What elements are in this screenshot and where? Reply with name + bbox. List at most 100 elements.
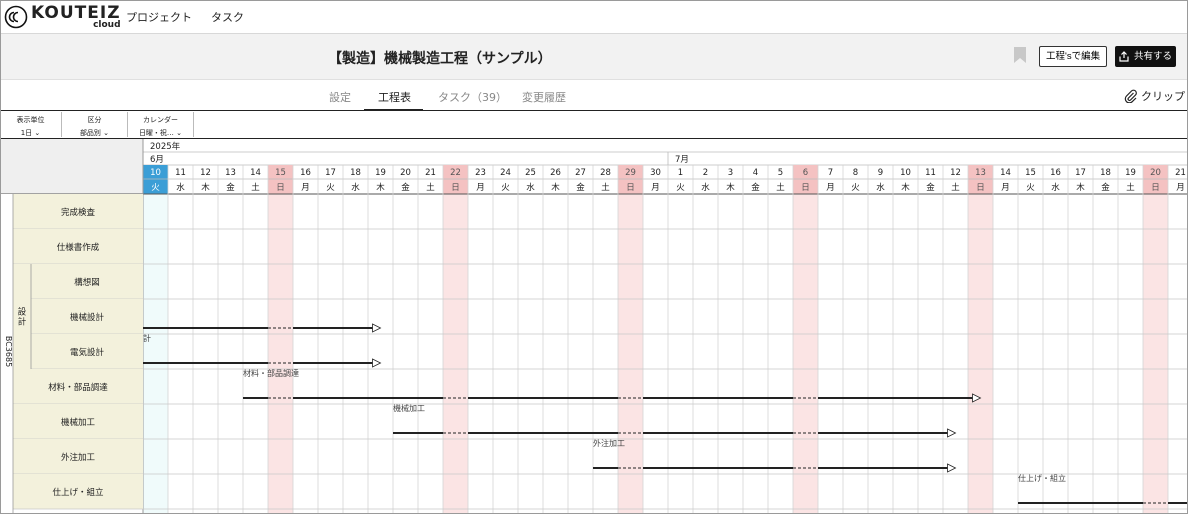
- row-label: 電気設計: [70, 347, 105, 358]
- tab-schedule[interactable]: 工程表: [378, 89, 411, 105]
- row-label: 機械加工: [61, 417, 96, 428]
- weekday-label: 木: [901, 182, 910, 193]
- year-label: 2025年: [150, 141, 181, 152]
- edit-in-kouteis-button[interactable]: 工程'sで編集: [1039, 46, 1108, 67]
- group-label: BC3685: [4, 336, 13, 367]
- day-number: 15: [1025, 168, 1036, 178]
- filter-label: 表示単位: [16, 116, 45, 124]
- weekday-label: 金: [226, 182, 235, 193]
- bookmark-icon[interactable]: [1013, 46, 1027, 64]
- filter-display-unit[interactable]: 表示単位 1日 ⌄: [0, 112, 62, 137]
- task-bar-label: 仕上げ・組立: [1018, 473, 1066, 483]
- day-number: 2: [703, 168, 708, 178]
- weekday-label: 土: [951, 182, 960, 193]
- holiday-column: [443, 194, 468, 514]
- day-number: 1: [678, 168, 683, 178]
- weekday-label: 木: [551, 182, 560, 193]
- top-nav: KOUTEIZ cloud プロジェクト タスク: [0, 0, 1188, 34]
- day-number: 3: [728, 168, 733, 178]
- weekday-label: 土: [776, 182, 785, 193]
- clip-label: クリップ: [1141, 90, 1185, 103]
- weekday-label: 火: [1026, 183, 1035, 193]
- weekday-label: 日: [626, 183, 635, 193]
- gantt-chart: 2025年 6月 7月 10 火 11 水 12 木 13 金 14 土 15 日 16 月 17 火 18 水 19 木 2…: [0, 138, 1188, 514]
- weekday-label: 木: [201, 182, 210, 193]
- row-label: 仕上げ・組立: [52, 487, 104, 498]
- row-label: 外注加工: [61, 452, 96, 463]
- sub-group-label: 計: [18, 317, 27, 328]
- chevron-down-icon: ⌄: [103, 129, 110, 137]
- day-number: 17: [325, 168, 336, 178]
- weekday-label: 日: [976, 183, 985, 193]
- holiday-column: [793, 194, 818, 514]
- day-number: 8: [853, 168, 858, 178]
- weekday-label: 日: [1151, 183, 1160, 193]
- weekday-label: 火: [326, 183, 335, 193]
- weekday-label: 木: [1076, 182, 1085, 193]
- share-button-label: 共有する: [1133, 51, 1172, 62]
- task-bar-arrow[interactable]: [947, 428, 957, 438]
- task-bar-arrow[interactable]: [947, 463, 957, 473]
- weekday-label: 月: [651, 183, 660, 193]
- filter-label: カレンダー: [143, 116, 178, 124]
- weekday-label: 月: [826, 183, 835, 193]
- tab-tasks[interactable]: タスク（39）: [438, 89, 507, 105]
- weekday-label: 月: [301, 183, 310, 193]
- weekday-label: 金: [751, 182, 760, 193]
- title-bar: 【製造】機械製造工程（サンプル） 工程'sで編集 共有する: [0, 34, 1188, 80]
- holiday-column: [1143, 194, 1168, 514]
- weekday-label: 水: [1051, 182, 1060, 193]
- row-label: 完成検査: [61, 207, 96, 218]
- weekday-label: 月: [1001, 183, 1010, 193]
- weekday-label: 木: [376, 182, 385, 193]
- weekday-label: 水: [351, 182, 360, 193]
- month-label: 7月: [675, 155, 689, 165]
- logo[interactable]: KOUTEIZ cloud: [4, 2, 121, 29]
- filter-value: 1日: [20, 129, 33, 137]
- tab-settings[interactable]: 設定: [329, 89, 351, 105]
- task-bar-arrow[interactable]: [372, 323, 382, 333]
- today-column: [143, 194, 168, 514]
- day-number: 19: [1125, 168, 1136, 178]
- weekday-label: 土: [251, 182, 260, 193]
- nav-item-tasks[interactable]: タスク: [211, 9, 244, 25]
- page-title: 【製造】機械製造工程（サンプル）: [328, 51, 552, 67]
- holiday-column: [618, 194, 643, 514]
- nav-item-projects[interactable]: プロジェクト: [126, 9, 192, 25]
- row-label: 仕様書作成: [57, 242, 100, 253]
- weekday-label: 金: [926, 182, 935, 193]
- filter-category[interactable]: 区分 部品別 ⌄: [62, 112, 128, 137]
- day-number: 23: [475, 168, 486, 178]
- weekday-label: 火: [501, 183, 510, 193]
- month-label: 6月: [150, 155, 164, 165]
- day-number: 15: [275, 168, 286, 178]
- holiday-column: [268, 194, 293, 514]
- weekday-label: 金: [576, 182, 585, 193]
- tab-history[interactable]: 変更履歴: [522, 89, 566, 105]
- weekday-label: 月: [1176, 183, 1185, 193]
- day-number: 10: [900, 168, 911, 178]
- row-label: 機械設計: [70, 312, 105, 323]
- filter-label: 区分: [87, 116, 102, 124]
- day-number: 16: [300, 168, 311, 178]
- weekday-label: 火: [676, 183, 685, 193]
- tab-bar: 設定 工程表 タスク（39） 変更履歴 クリップ: [0, 80, 1188, 111]
- day-number: 21: [1175, 168, 1186, 178]
- weekday-label: 金: [401, 182, 410, 193]
- day-number: 21: [425, 168, 436, 178]
- logo-text: KOUTEIZ: [31, 2, 121, 23]
- clip-button[interactable]: クリップ: [1124, 88, 1185, 104]
- day-number: 11: [925, 168, 936, 178]
- weekday-label: 水: [876, 182, 885, 193]
- day-number: 22: [450, 168, 461, 178]
- filter-calendar[interactable]: カレンダー 日曜・祝… ⌄: [128, 112, 194, 137]
- logo-icon: [4, 5, 28, 29]
- day-number: 14: [250, 168, 261, 178]
- day-number: 16: [1050, 168, 1061, 178]
- task-bar-arrow[interactable]: [372, 358, 382, 368]
- weekday-label: 日: [801, 183, 810, 193]
- day-number: 12: [200, 168, 211, 178]
- filter-value: 日曜・祝…: [138, 129, 174, 137]
- chevron-down-icon: ⌄: [34, 129, 41, 137]
- share-button[interactable]: 共有する: [1115, 46, 1176, 67]
